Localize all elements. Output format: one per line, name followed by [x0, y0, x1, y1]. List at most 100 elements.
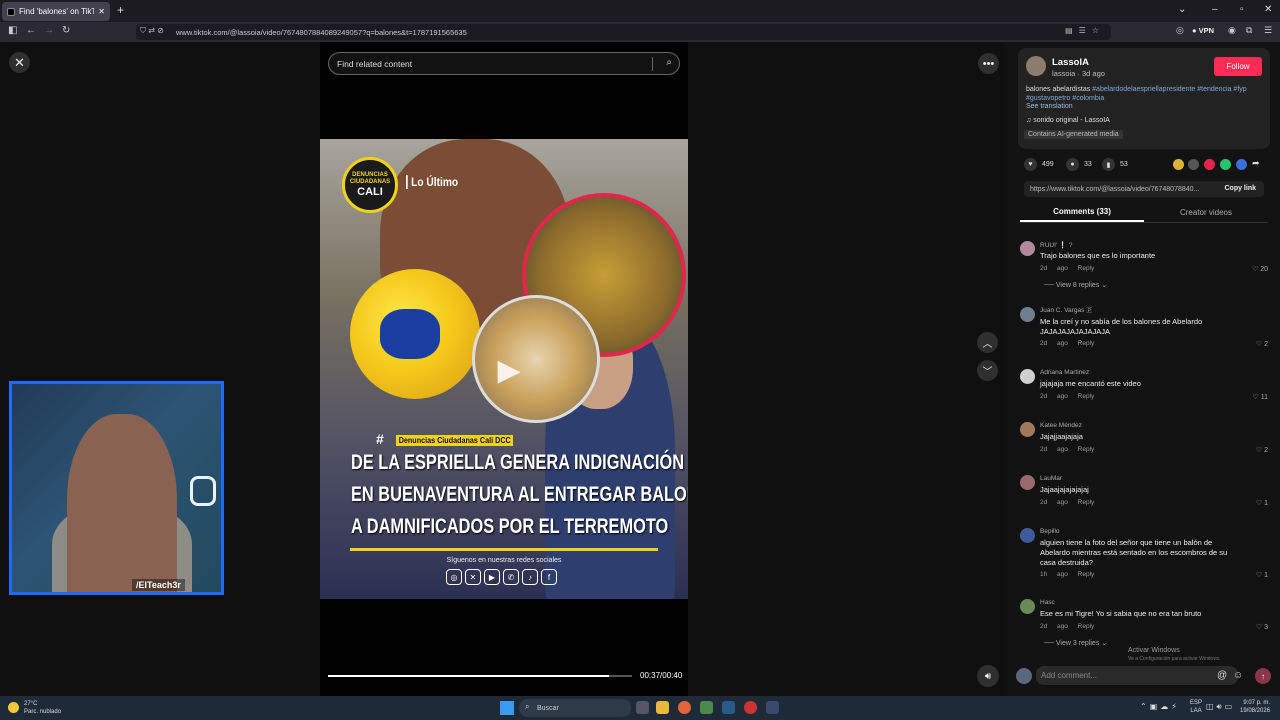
volume-button[interactable]: 🔊︎: [977, 665, 999, 687]
comment-text: Trajo balones que es lo importante: [1040, 251, 1156, 260]
more-options-button[interactable]: •••: [978, 53, 999, 74]
comment-like[interactable]: ♡ 2: [1256, 340, 1268, 348]
tab-creator-videos[interactable]: Creator videos: [1144, 203, 1268, 222]
embed-icon[interactable]: [1188, 159, 1199, 170]
windows-start-icon[interactable]: [500, 701, 514, 715]
commenter-name[interactable]: Hasc: [1040, 599, 1055, 606]
commenter-name[interactable]: Bepillo: [1040, 528, 1060, 535]
like-stat[interactable]: ♥ 499: [1024, 158, 1054, 171]
commenter-avatar[interactable]: [1020, 422, 1035, 437]
comment-like[interactable]: ♡ 11: [1252, 393, 1268, 401]
find-related-search[interactable]: Find related content ⌕: [328, 52, 680, 75]
comment-meta[interactable]: 2d ago Reply: [1040, 393, 1094, 400]
firefox-icon[interactable]: [678, 701, 691, 714]
maximize-icon[interactable]: ▫: [1240, 4, 1244, 15]
commenter-name[interactable]: Katee Méndez: [1040, 422, 1082, 429]
commenter-name[interactable]: Juan C. Vargas 🇵: [1040, 307, 1092, 315]
back-icon[interactable]: ←: [26, 25, 36, 36]
copy-link-button[interactable]: Copy link: [1224, 185, 1256, 192]
network-volume-battery-icons[interactable]: ◫🔊︎▭: [1206, 702, 1235, 712]
emoji-icon[interactable]: ☺: [1233, 670, 1243, 681]
author-name[interactable]: LassoIA: [1052, 57, 1089, 68]
comment-meta[interactable]: 1h ago Reply: [1040, 571, 1094, 578]
facebook-share-icon[interactable]: [1236, 159, 1247, 170]
view-replies-label: View 3 replies: [1055, 640, 1100, 647]
video-link-box[interactable]: https://www.tiktok.com/@lassoia/video/76…: [1024, 181, 1264, 197]
extensions-icon[interactable]: ⧉: [1246, 25, 1252, 36]
app-icon-2[interactable]: [744, 701, 757, 714]
commenter-avatar[interactable]: [1020, 307, 1035, 322]
share-send-icon[interactable]: [1204, 159, 1215, 170]
commenter-name[interactable]: RUUI' ❕ ?: [1040, 241, 1072, 249]
comment-like[interactable]: ♡ 1: [1256, 571, 1268, 579]
file-explorer-icon[interactable]: [656, 701, 669, 714]
comment-meta[interactable]: 2d ago Reply: [1040, 265, 1094, 272]
whatsapp-share-icon[interactable]: [1220, 159, 1231, 170]
weather-widget[interactable]: 27°C Parc. nublado: [8, 700, 61, 716]
view-replies[interactable]: ── View 3 replies ⌄: [1044, 639, 1107, 647]
comment-like[interactable]: ♡ 1: [1256, 499, 1268, 507]
steam-icon[interactable]: [722, 701, 735, 714]
tab-comments[interactable]: Comments (33): [1020, 203, 1144, 222]
search-icon[interactable]: ⌕: [666, 57, 672, 68]
new-tab-icon[interactable]: +: [117, 3, 124, 17]
vpn-button[interactable]: ● VPN: [1192, 26, 1214, 35]
commenter-avatar[interactable]: [1020, 241, 1035, 256]
commenter-name[interactable]: Adriana Martinez: [1040, 369, 1089, 376]
minimize-icon[interactable]: –: [1212, 4, 1218, 15]
add-comment-input[interactable]: Add comment...: [1036, 666, 1238, 685]
forward-icon[interactable]: →: [44, 25, 54, 36]
task-view-icon[interactable]: [636, 701, 649, 714]
language-indicator[interactable]: ESP LAA: [1190, 699, 1202, 715]
author-avatar[interactable]: [1026, 56, 1046, 76]
reader-translate-bookmark-icons[interactable]: ▤☰☆: [1065, 26, 1105, 35]
commenter-avatar[interactable]: [1020, 528, 1035, 543]
sidebar-icon[interactable]: ◧: [8, 25, 17, 36]
reload-icon[interactable]: ↻: [62, 25, 70, 36]
comment-stat[interactable]: ● 33: [1066, 158, 1092, 171]
commenter-avatar[interactable]: [1020, 475, 1035, 490]
share-arrow-icon[interactable]: ➦: [1252, 158, 1263, 169]
commenter-avatar[interactable]: [1020, 369, 1035, 384]
commenter-name[interactable]: LauMar: [1040, 475, 1062, 482]
save-stat[interactable]: ▮ 53: [1102, 158, 1128, 171]
taskbar-clock[interactable]: 9:07 p. m. 19/08/2026: [1240, 699, 1270, 715]
comment-meta[interactable]: 2d ago Reply: [1040, 340, 1094, 347]
follow-button[interactable]: Follow: [1214, 57, 1262, 76]
send-comment-button[interactable]: ↑: [1255, 668, 1271, 684]
comment-meta[interactable]: 2d ago Reply: [1040, 499, 1094, 506]
video-progress-bar[interactable]: [328, 675, 632, 677]
previous-video-button[interactable]: ︿: [977, 332, 998, 353]
app-icon-3[interactable]: [766, 701, 779, 714]
close-window-icon[interactable]: ✕: [1264, 4, 1272, 15]
taskbar-search[interactable]: ⌕ Buscar: [519, 699, 631, 717]
url-bar[interactable]: ⛉ ⇄ ⊘ www.tiktok.com/@lassoia/video/7674…: [136, 24, 1111, 40]
comment-meta[interactable]: 2d ago Reply: [1040, 446, 1094, 453]
list-tabs-icon[interactable]: ⌄: [1178, 4, 1186, 15]
video-frame[interactable]: DENUNCIAS CIUDADANAS CALI Lo Último ▶ # …: [320, 139, 688, 599]
close-video-button[interactable]: ✕: [9, 52, 30, 73]
close-tab-icon[interactable]: ✕: [98, 7, 105, 16]
comment-meta[interactable]: 2d ago Reply: [1040, 623, 1094, 630]
screenshot-icon[interactable]: ◎: [1176, 25, 1184, 36]
mention-icon[interactable]: @: [1217, 670, 1227, 681]
site-shield-icon[interactable]: ⛉ ⇄ ⊘: [140, 26, 164, 36]
comment-like[interactable]: ♡ 20: [1252, 265, 1268, 273]
play-icon[interactable]: ▶: [492, 353, 526, 387]
see-translation-link[interactable]: See translation: [1026, 103, 1073, 110]
comment-text: Me la creí y no sabía de los balones de …: [1040, 317, 1203, 336]
system-tray-icons[interactable]: ⌃▣☁⚡: [1140, 702, 1180, 711]
active-tab[interactable]: Find 'balones' on TikTok | TikTok ✕: [2, 2, 110, 21]
commenter-avatar[interactable]: [1020, 599, 1035, 614]
comment-like[interactable]: ♡ 2: [1256, 446, 1268, 454]
view-replies[interactable]: ── View 8 replies ⌄: [1044, 281, 1107, 289]
app-icon[interactable]: [700, 701, 713, 714]
music-link[interactable]: ♫ sonido original - LassoIA: [1026, 117, 1110, 124]
bookmark-icon: ▮: [1102, 158, 1115, 171]
menu-icon[interactable]: ☰: [1264, 25, 1272, 36]
browser-tab-strip: Find 'balones' on TikTok | TikTok ✕ + ⌄ …: [0, 0, 1280, 22]
comment-like[interactable]: ♡ 3: [1256, 623, 1268, 631]
share-friends-icon[interactable]: [1173, 159, 1184, 170]
next-video-button[interactable]: ﹀: [977, 360, 998, 381]
account-icon[interactable]: ◉: [1228, 25, 1236, 36]
